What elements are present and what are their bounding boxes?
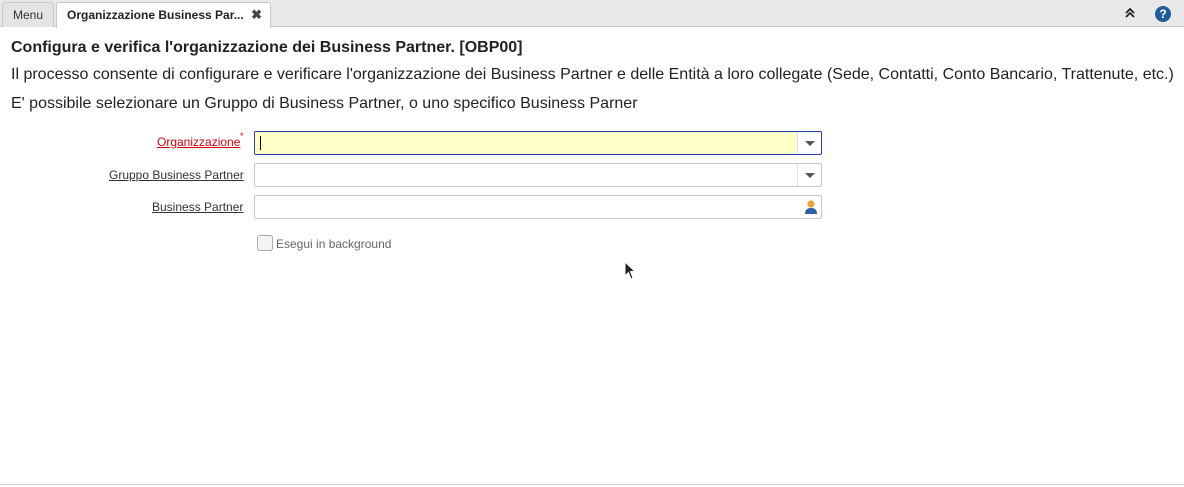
person-icon[interactable] [804, 199, 818, 215]
gruppo-business-partner-select[interactable] [254, 163, 822, 187]
divider [0, 484, 1184, 485]
background-checkbox[interactable] [257, 235, 273, 251]
help-icon[interactable]: ? [1155, 6, 1171, 22]
chevron-down-icon[interactable] [797, 132, 821, 154]
page-description: Il processo consente di configurare e ve… [11, 66, 1174, 83]
page-title: Configura e verifica l'organizzazione de… [11, 39, 523, 56]
close-icon[interactable]: ✖ [251, 3, 262, 27]
gruppo-business-partner-label[interactable]: Gruppo Business Partner [109, 168, 244, 182]
required-marker: * [240, 131, 244, 141]
business-partner-field[interactable] [254, 195, 822, 219]
organizzazione-label[interactable]: Organizzazione [157, 135, 240, 149]
tab-organizzazione-business-partner[interactable]: Organizzazione Business Par... ✖ [56, 2, 271, 28]
business-partner-label[interactable]: Business Partner [152, 200, 243, 214]
tab-menu[interactable]: Menu [2, 2, 54, 27]
organizzazione-input[interactable] [255, 132, 798, 154]
gruppo-business-partner-input[interactable] [255, 164, 798, 186]
text-caret [260, 136, 261, 150]
tab-active-label: Organizzazione Business Par... [67, 8, 244, 22]
chevron-down-icon[interactable] [797, 164, 821, 186]
mouse-cursor-icon [624, 261, 637, 280]
chevron-double-up-icon[interactable] [1122, 5, 1138, 21]
organizzazione-select[interactable] [254, 131, 822, 155]
background-checkbox-label[interactable]: Esegui in background [276, 237, 391, 251]
tab-menu-label: Menu [13, 8, 44, 22]
page-description-2: E' possibile selezionare un Gruppo di Bu… [11, 95, 638, 112]
tab-bar: Menu Organizzazione Business Par... ✖ ? [0, 0, 1184, 28]
